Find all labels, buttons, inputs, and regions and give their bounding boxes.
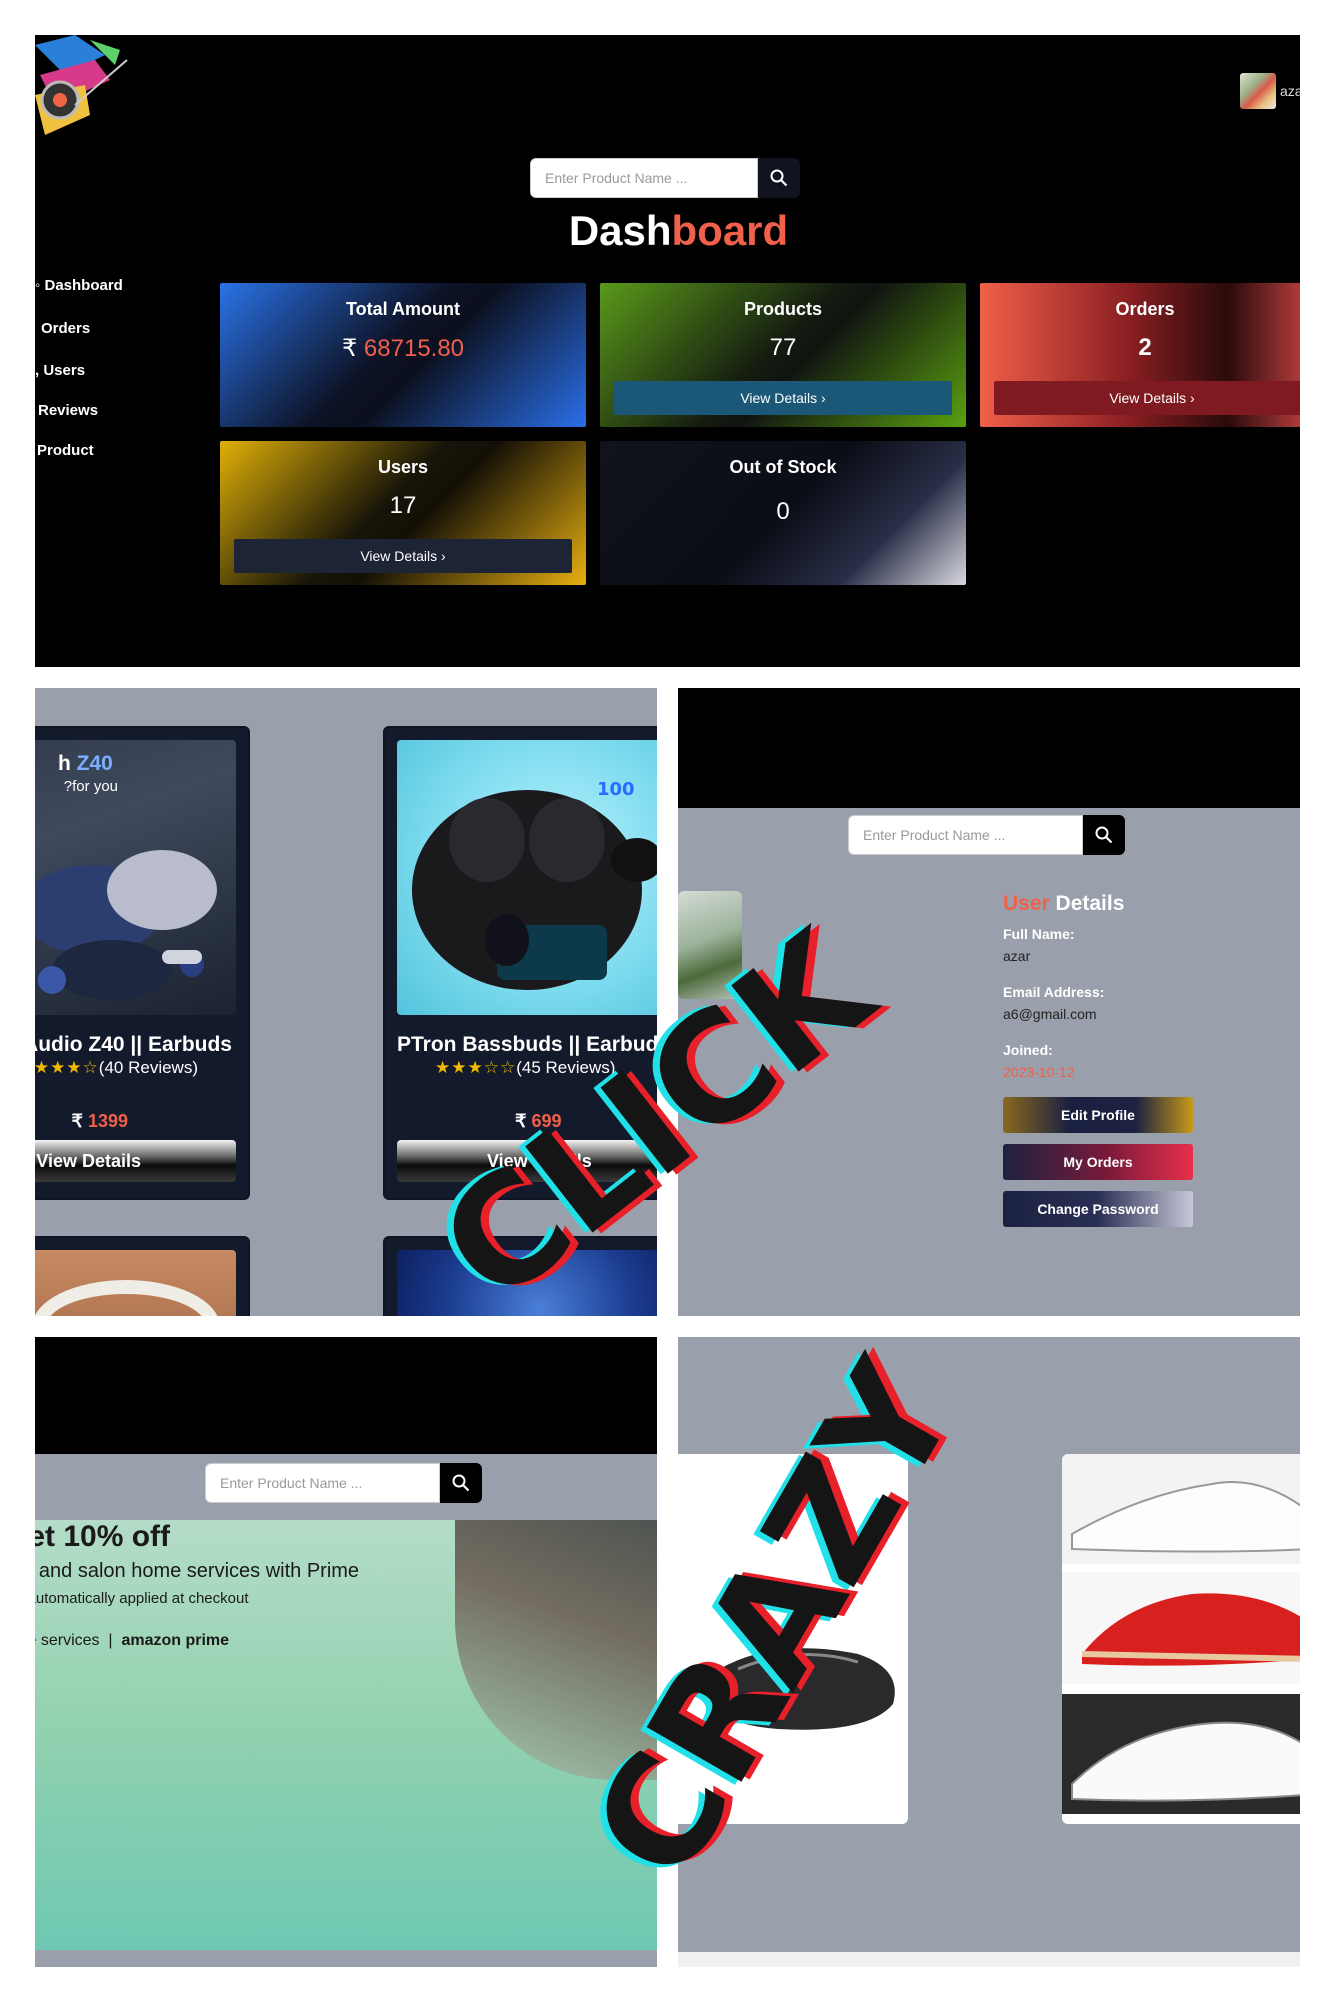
users-view-details-button[interactable]: View Details › xyxy=(234,539,572,573)
search-input[interactable]: Enter Product Name ... xyxy=(205,1463,440,1503)
user-details-heading: User Details xyxy=(1003,892,1125,915)
sidebar-item-users[interactable]: , Users xyxy=(35,362,85,379)
product-card[interactable]: h Z40 for you? Boult Audio Z40 || Earbud… xyxy=(35,728,248,1198)
promo-banner[interactable]: Get 10% off Home and salon home services… xyxy=(35,1520,657,1950)
change-password-button[interactable]: Change Password xyxy=(1003,1191,1193,1227)
full-name-label: Full Name: xyxy=(1003,926,1075,942)
sidebar-item-orders[interactable]: Orders xyxy=(41,320,90,337)
rating-stars: ★★★☆☆ xyxy=(435,1058,517,1077)
full-name-value: azar xyxy=(1003,948,1031,964)
earbuds-image: 100 xyxy=(412,779,657,990)
search-bar: Enter Product Name ... xyxy=(530,158,800,198)
joined-label: Joined: xyxy=(1003,1042,1053,1058)
product-card[interactable] xyxy=(1062,1454,1300,1824)
image-brand-text: Z40 xyxy=(76,752,113,775)
header-bar xyxy=(678,688,1300,808)
out-of-stock-value: 0 xyxy=(776,498,790,525)
image-sub-text: for you? xyxy=(63,778,118,795)
product-rating: ★★★★☆(40 Reviews) xyxy=(35,1058,198,1078)
users-value: 17 xyxy=(389,492,417,519)
search-bar: Enter Product Name ... xyxy=(848,815,1125,855)
rating-stars: ★★★★☆ xyxy=(35,1058,99,1077)
search-icon xyxy=(770,169,788,187)
dashboard-panel: azar Enter Product Name ... Dashboard ◦ … xyxy=(35,35,1300,667)
search-input[interactable]: Enter Product Name ... xyxy=(530,158,758,198)
orders-view-details-button[interactable]: View Details › xyxy=(994,381,1300,415)
search-button[interactable] xyxy=(1083,815,1125,855)
banner-headline: Get 10% off xyxy=(35,1520,171,1553)
card-title: Users xyxy=(377,457,429,477)
search-input[interactable]: Enter Product Name ... xyxy=(848,815,1083,855)
product-name[interactable]: Boult Audio Z40 || Earbuds xyxy=(35,1033,232,1057)
products-value: 77 xyxy=(769,334,797,361)
card-users: Users 17 View Details › xyxy=(220,441,586,585)
product-image[interactable] xyxy=(35,1250,236,1316)
search-icon xyxy=(452,1474,470,1492)
product-image[interactable]: h Z40 for you? xyxy=(35,740,236,1015)
product-price: ₹ 1399 xyxy=(71,1111,128,1131)
view-details-button[interactable]: View Details xyxy=(35,1140,236,1182)
product-image[interactable]: 100 xyxy=(397,740,657,1015)
site-logo[interactable] xyxy=(35,35,130,140)
card-title: Out of Stock xyxy=(729,457,837,477)
card-title: Total Amount xyxy=(346,299,460,319)
sidebar-item-product[interactable]: Product xyxy=(37,442,94,459)
card-total-amount: Total Amount ₹ 68715.80 xyxy=(220,283,586,427)
banner-brands: amazon home services | amazon prime xyxy=(35,1632,230,1649)
banner-line2: Discount automatically applied at checko… xyxy=(35,1590,249,1607)
card-products: Products 77 View Details › xyxy=(600,283,966,427)
card-out-of-stock: Out of Stock 0 xyxy=(600,441,966,585)
my-orders-button[interactable]: My Orders xyxy=(1003,1144,1193,1180)
banner-panel: Enter Product Name ... Get 10% off Home … xyxy=(35,1337,657,1967)
page-title: Dashboard xyxy=(568,207,789,254)
svg-text:100: 100 xyxy=(597,779,635,800)
user-name[interactable]: azar xyxy=(1280,83,1300,99)
search-bar: Enter Product Name ... xyxy=(205,1463,482,1503)
orders-value: 2 xyxy=(1138,334,1152,361)
product-card[interactable] xyxy=(35,1238,248,1316)
search-button[interactable] xyxy=(758,158,800,198)
sidebar-item-dashboard[interactable]: ◦ Dashboard xyxy=(35,277,123,294)
shoes-image xyxy=(1062,1454,1300,1814)
sidebar-item-reviews[interactable]: Reviews xyxy=(38,402,98,419)
edit-profile-button[interactable]: Edit Profile xyxy=(1003,1097,1193,1133)
search-icon xyxy=(1095,826,1113,844)
total-amount-value: ₹ 68715.80 xyxy=(341,335,465,362)
footer-strip xyxy=(678,1952,1300,1967)
products-view-details-button[interactable]: View Details › xyxy=(614,381,952,415)
banner-line1: Home and salon home services with Prime xyxy=(35,1560,360,1582)
user-avatar[interactable] xyxy=(1240,73,1276,109)
joined-value: 2023-10-12 xyxy=(1003,1064,1075,1080)
card-title: Products xyxy=(743,299,822,319)
search-button[interactable] xyxy=(440,1463,482,1503)
card-orders: Orders 2 View Details › xyxy=(980,283,1300,427)
email-value: a6@gmail.com xyxy=(1003,1006,1097,1022)
card-title: Orders xyxy=(1115,299,1175,319)
email-label: Email Address: xyxy=(1003,984,1105,1000)
